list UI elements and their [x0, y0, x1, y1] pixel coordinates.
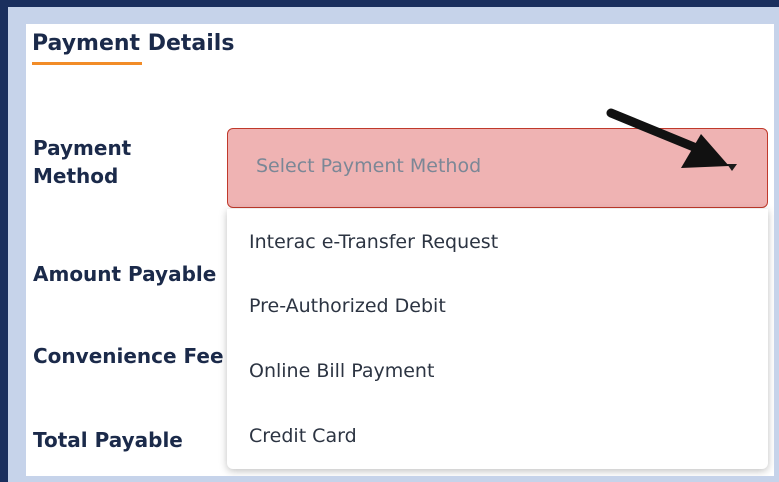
payment-method-select[interactable]: Select Payment Method	[227, 128, 768, 208]
payment-method-label: Payment Method	[33, 136, 132, 188]
amount-payable-label: Amount Payable	[33, 262, 217, 286]
convenience-fee-label: Convenience Fee	[33, 344, 224, 368]
payment-details-panel: Payment Details Payment Method Amount Pa…	[26, 24, 774, 476]
option-interac[interactable]: Interac e-Transfer Request	[249, 231, 498, 253]
option-credit-card[interactable]: Credit Card	[249, 425, 357, 447]
section-title: Payment Details	[32, 31, 235, 56]
option-pre-authorized-debit[interactable]: Pre-Authorized Debit	[249, 295, 446, 317]
payment-method-dropdown: Interac e-Transfer Request Pre-Authorize…	[227, 209, 768, 469]
caret-down-icon[interactable]	[727, 164, 737, 171]
option-online-bill-payment[interactable]: Online Bill Payment	[249, 360, 434, 382]
total-payable-label: Total Payable	[33, 428, 183, 452]
title-underline	[32, 62, 142, 65]
window-frame: Payment Details Payment Method Amount Pa…	[8, 7, 779, 482]
select-placeholder: Select Payment Method	[256, 155, 482, 177]
